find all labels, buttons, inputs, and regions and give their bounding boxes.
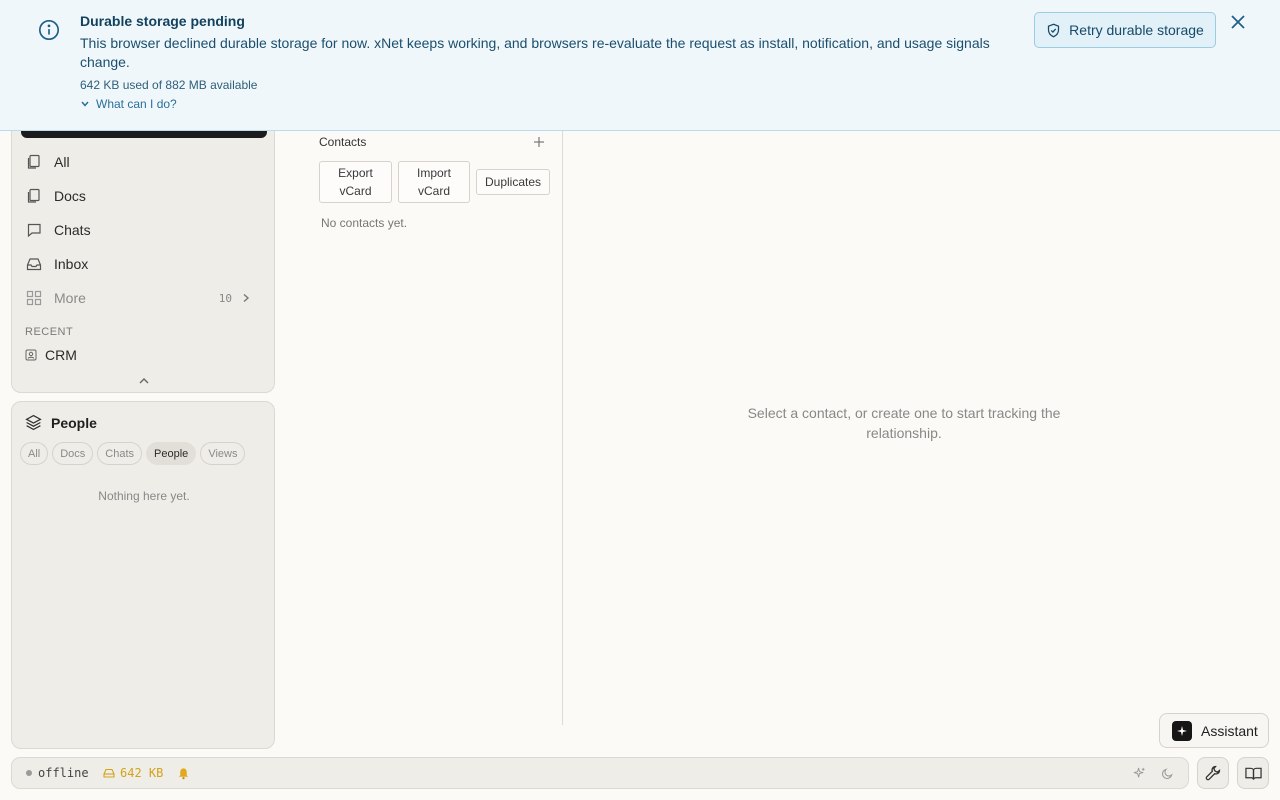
sidebar-item-more[interactable]: More 10 xyxy=(26,284,262,312)
assistant-icon xyxy=(1172,720,1192,741)
people-panel-title: People xyxy=(51,414,97,431)
sidebar-item-label: More xyxy=(54,290,86,306)
detail-empty-state: Select a contact, or create one to start… xyxy=(747,405,1061,441)
status-dot xyxy=(26,770,32,776)
moon-icon xyxy=(1162,767,1173,779)
sidebar-item-all[interactable]: All xyxy=(26,148,262,176)
retry-label: Retry durable storage xyxy=(1069,22,1204,38)
chevron-down-icon xyxy=(81,101,89,107)
docs-book-button[interactable] xyxy=(1237,757,1269,789)
layers-icon xyxy=(25,414,42,431)
storage-status[interactable]: 642 KB xyxy=(103,758,163,788)
notifications-status[interactable] xyxy=(177,758,190,788)
retry-durable-storage-button[interactable]: Retry durable storage xyxy=(1034,12,1216,48)
inbox-icon xyxy=(26,258,42,271)
banner-title: Durable storage pending xyxy=(80,13,245,29)
people-panel-header: People xyxy=(25,414,97,431)
recent-section-label: RECENT xyxy=(25,326,74,338)
chevron-up-icon[interactable] xyxy=(137,375,151,387)
docs-icon xyxy=(27,188,40,203)
book-open-icon xyxy=(1244,767,1262,780)
contacts-title: Contacts xyxy=(319,135,367,149)
recent-item-label: CRM xyxy=(45,347,77,363)
recent-item-crm[interactable]: CRM xyxy=(25,347,77,363)
pages-icon xyxy=(27,154,40,169)
sidebar-item-label: Chats xyxy=(54,222,91,238)
close-banner-button[interactable] xyxy=(1228,12,1248,32)
chip-docs[interactable]: Docs xyxy=(52,442,94,465)
storage-label: 642 KB xyxy=(120,766,164,780)
sidebar-item-docs[interactable]: Docs xyxy=(26,182,262,210)
sidebar-item-label: All xyxy=(54,154,70,170)
banner-message: This browser declined durable storage fo… xyxy=(80,35,990,70)
sparkle-icon xyxy=(1133,767,1145,777)
connection-status[interactable]: offline xyxy=(26,758,89,788)
chip-views[interactable]: Views xyxy=(200,442,246,465)
shield-check-icon xyxy=(1048,23,1060,37)
chevron-right-icon xyxy=(243,293,250,303)
sidebar-item-label: Docs xyxy=(54,188,86,204)
export-vcard-button[interactable]: Export vCard xyxy=(319,161,392,203)
plus-icon[interactable] xyxy=(532,135,546,149)
connection-label: offline xyxy=(38,766,89,780)
chip-chats[interactable]: Chats xyxy=(97,442,143,465)
duplicates-button[interactable]: Duplicates xyxy=(476,169,550,195)
storage-banner: Durable storage pending This browser dec… xyxy=(0,0,1280,131)
sidebar-item-chats[interactable]: Chats xyxy=(26,216,262,244)
chat-bubble-icon xyxy=(27,223,41,238)
assistant-button[interactable]: Assistant xyxy=(1159,713,1269,748)
wrench-icon xyxy=(1205,765,1221,781)
sidebar-item-label: Inbox xyxy=(54,256,89,272)
drive-icon xyxy=(103,768,115,778)
more-count: 10 xyxy=(218,291,232,305)
assistant-label: Assistant xyxy=(1201,722,1258,739)
theme-toggle[interactable] xyxy=(1161,758,1174,788)
what-can-i-do-label: What can I do? xyxy=(96,97,177,111)
grid-icon xyxy=(26,290,42,306)
info-icon xyxy=(39,20,59,40)
bell-icon xyxy=(178,767,189,779)
close-icon xyxy=(1231,15,1245,29)
sidebar-item-inbox[interactable]: Inbox xyxy=(26,250,262,278)
what-can-i-do-link[interactable]: What can I do? xyxy=(80,97,177,111)
chip-people[interactable]: People xyxy=(146,442,197,465)
people-panel: People All Docs Chats People Views Nothi… xyxy=(11,401,275,749)
people-empty-state: Nothing here yet. xyxy=(98,489,190,503)
contact-card-icon xyxy=(25,349,37,361)
import-vcard-button[interactable]: Import vCard xyxy=(398,161,470,203)
chip-all[interactable]: All xyxy=(20,442,49,465)
filter-chips: All Docs Chats People Views xyxy=(20,442,246,465)
sparkle-toggle[interactable] xyxy=(1133,758,1146,788)
sidebar-nav: All Docs Chats Inbox More 10 RECENT CRM xyxy=(11,100,275,393)
devtools-button[interactable] xyxy=(1197,757,1229,789)
storage-usage: 642 KB used of 882 MB available xyxy=(80,78,258,92)
contacts-empty-state: No contacts yet. xyxy=(321,216,408,230)
contacts-column: Contacts Export vCard Import vCard Dupli… xyxy=(308,131,563,725)
status-bar: offline 642 KB xyxy=(11,757,1189,789)
